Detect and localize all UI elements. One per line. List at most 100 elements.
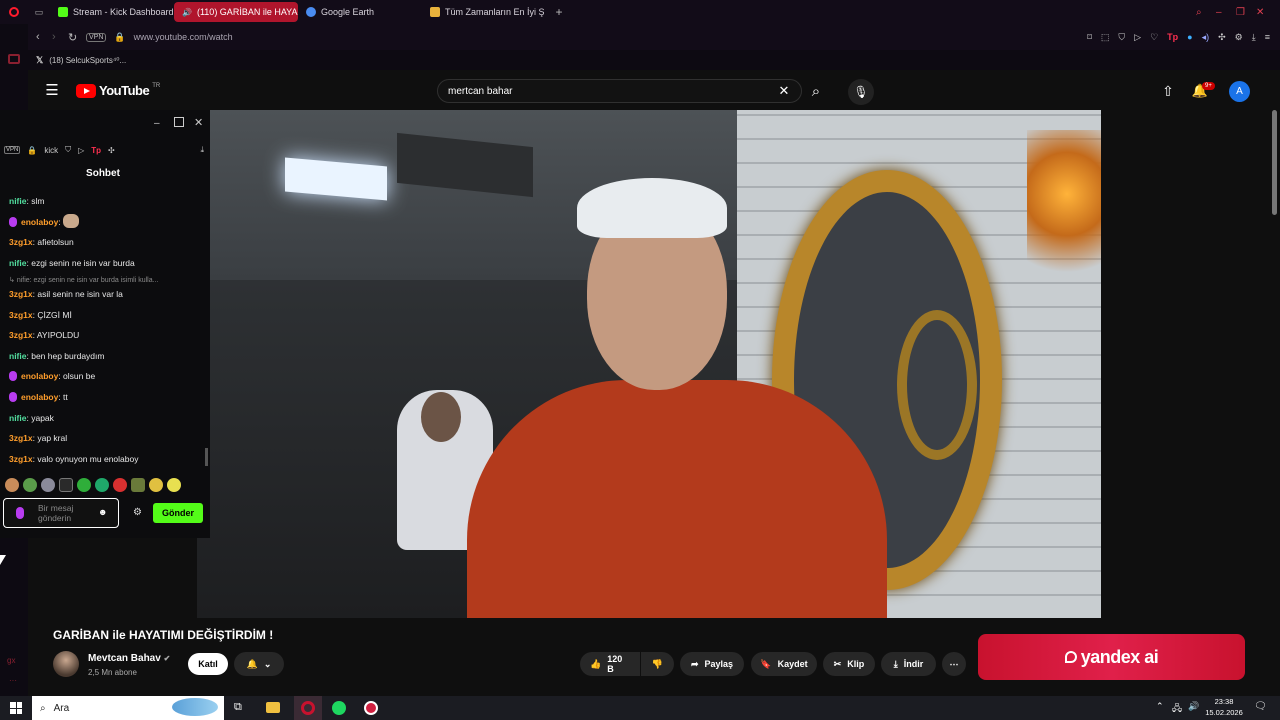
emote-icon[interactable] [59, 478, 73, 492]
emote-icon[interactable] [95, 478, 109, 492]
kick-play-icon[interactable]: ▷ [78, 146, 84, 155]
close-window-button[interactable]: ✕ [1256, 7, 1280, 18]
emote-icon[interactable] [77, 478, 91, 492]
kick-shield-icon[interactable]: ⛉ [65, 145, 71, 155]
shield-icon[interactable]: ⛉ [1118, 32, 1125, 43]
mic-icon[interactable] [16, 507, 24, 519]
gear-icon[interactable]: ⚙ [1235, 32, 1243, 43]
play-icon[interactable]: ▷ [1134, 32, 1141, 43]
close-chat-button[interactable]: ✕ [194, 116, 203, 129]
bookmark-item[interactable]: (18) SelcukSports⁴⁰... [49, 56, 126, 65]
more-actions-button[interactable]: ⋯ [942, 652, 966, 676]
globe-extension-icon[interactable]: ● [1187, 32, 1192, 43]
download-icon[interactable]: ⤓ [1252, 32, 1256, 43]
pin-icon[interactable]: ⌑ [1087, 32, 1092, 43]
channel-name[interactable]: Mevtcan Bahav ✔ [88, 653, 170, 664]
emote-icon[interactable] [149, 478, 163, 492]
notification-center-icon[interactable]: 🗨 [1254, 701, 1267, 712]
tab-google-earth[interactable]: Google Earth [298, 2, 422, 22]
forward-icon[interactable]: › [52, 31, 68, 43]
snapshot-icon[interactable]: ⬚ [1101, 32, 1110, 43]
chat-message: 3zg1x: afietolsun [9, 237, 74, 247]
sidebar-home-icon[interactable] [8, 54, 20, 64]
page-scrollbar[interactable] [1272, 110, 1277, 215]
youtube-logo[interactable]: YouTube TR [76, 83, 160, 98]
tab-kick-dashboard[interactable]: Stream - Kick Dashboard [50, 2, 174, 22]
minimize-chat-button[interactable]: – [154, 118, 160, 129]
clock-date[interactable]: 15.02.2026 [1202, 708, 1246, 717]
video-player[interactable] [197, 110, 1101, 618]
channel-avatar[interactable] [53, 651, 79, 677]
join-button[interactable]: Katıl [188, 653, 228, 675]
kick-vpn-badge[interactable]: VPN [4, 146, 21, 154]
puzzle-icon[interactable]: ✣ [1218, 32, 1226, 43]
minimize-window-button[interactable]: – [1216, 7, 1236, 18]
share-button[interactable]: ➦ Paylaş [680, 652, 744, 676]
menu-icon[interactable]: ≡ [1265, 32, 1270, 43]
reply-preview: ↳ nifie: ezgi senin ne isin var burda is… [9, 277, 159, 284]
emote-icon[interactable] [23, 478, 37, 492]
opera-gx-taskbar-icon[interactable] [294, 696, 322, 720]
url-field[interactable]: www.youtube.com/watch [134, 32, 233, 42]
emoji-icon[interactable]: ☻ [98, 507, 107, 517]
search-input[interactable]: mertcan bahar [437, 79, 802, 103]
emote-icon[interactable] [113, 478, 127, 492]
tray-chevron-icon[interactable]: ⌃ [1156, 701, 1164, 712]
file-explorer-icon[interactable] [266, 702, 280, 713]
windows-start-icon[interactable] [10, 702, 22, 714]
sidebar-gx-icon[interactable]: gx [7, 656, 15, 665]
emote-icon[interactable] [131, 478, 145, 492]
vpn-badge[interactable]: VPN [86, 32, 107, 42]
avatar[interactable]: A [1229, 81, 1250, 102]
search-icon[interactable]: ⌕ [806, 81, 826, 101]
network-icon[interactable]: 🖧 [1172, 701, 1182, 717]
workspace-icon[interactable]: ▭ [28, 7, 50, 18]
dislike-button[interactable]: 👎 [641, 652, 674, 676]
back-icon[interactable]: ‹ [36, 31, 52, 43]
volume-icon[interactable]: 🔊 [1188, 701, 1199, 712]
send-button[interactable]: Gönder [153, 503, 203, 523]
spotify-icon[interactable] [332, 701, 346, 715]
opera-logo-icon[interactable] [0, 7, 28, 17]
browser-tab-bar: ▭ Stream - Kick Dashboard 🔊 (110) GARİBA… [0, 0, 1280, 24]
clip-button[interactable]: ✂ Klip [823, 652, 875, 676]
clear-search-icon[interactable]: ✕ [776, 83, 792, 99]
chat-scrollbar[interactable] [205, 448, 208, 466]
chat-message-input[interactable]: Bir mesaj gönderin ☻ [3, 498, 119, 528]
clock-time[interactable]: 23:38 [1212, 697, 1236, 706]
upload-icon[interactable]: ⇧ [1160, 83, 1176, 99]
maximize-chat-button[interactable] [174, 117, 184, 127]
like-button[interactable]: 👍 120 B [580, 652, 640, 676]
save-button[interactable]: 🔖 Kaydet [751, 652, 817, 676]
voice-search-icon[interactable]: 🎙 [848, 79, 874, 105]
bookmark-icon: 🔖 [760, 658, 772, 669]
heart-icon[interactable]: ♡ [1150, 32, 1158, 43]
new-tab-button[interactable]: + [552, 5, 566, 19]
emote-icon[interactable] [41, 478, 55, 492]
chat-settings-icon[interactable]: ⚙ [133, 507, 142, 518]
restore-window-button[interactable]: ❐ [1236, 7, 1256, 18]
tab-music-list[interactable]: Tüm Zamanların En İyi Şarkı [422, 2, 552, 22]
kick-tp-icon[interactable]: Tp [91, 146, 101, 155]
search-tabs-icon[interactable]: ⌕ [1196, 7, 1216, 18]
kick-puzzle-icon[interactable]: ✣ [108, 146, 115, 155]
chat-message: enolaboy: olsun be [9, 371, 95, 381]
tp-extension-icon[interactable]: Tp [1167, 32, 1178, 43]
sponsored-ad-card[interactable]: yandex ai [978, 634, 1245, 680]
chat-message: 3zg1x: yap kral [9, 433, 68, 443]
sidebar-more-icon[interactable]: ··· [9, 676, 17, 685]
emote-icon[interactable] [5, 478, 19, 492]
hamburger-menu-icon[interactable]: ☰ [44, 82, 60, 99]
reload-icon[interactable]: ↻ [68, 31, 86, 44]
subscription-bell-button[interactable]: 🔔 ⌄ [234, 652, 284, 676]
kick-download-icon[interactable]: ⤓ [200, 145, 204, 155]
kick-url-label[interactable]: kick [44, 146, 58, 155]
task-view-icon[interactable]: ⧉ [234, 701, 242, 714]
tab-youtube-video[interactable]: 🔊 (110) GARİBAN ile HAYA [174, 2, 298, 22]
recording-app-icon[interactable] [364, 701, 378, 715]
sound-extension-icon[interactable]: ◂) [1202, 32, 1210, 43]
taskbar-search-input[interactable]: ⌕ Ara [32, 696, 224, 720]
download-button[interactable]: ⤓ İndir [881, 652, 936, 676]
emote-icon[interactable] [167, 478, 181, 492]
mic-badge-icon [9, 217, 17, 227]
